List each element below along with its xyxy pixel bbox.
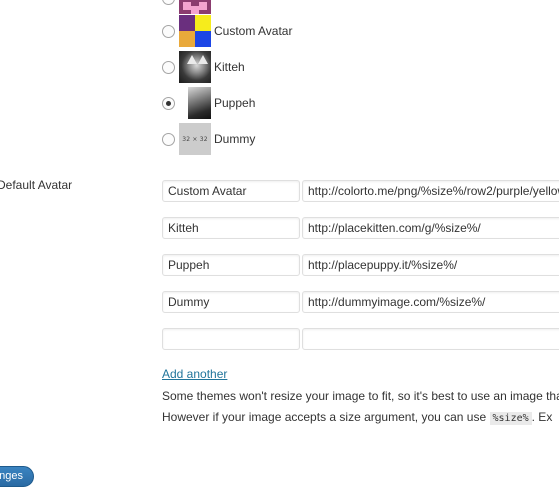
avatar-url-field[interactable]: http://placepuppy.it/%size%/ [302, 254, 559, 276]
puppy-photo-icon [179, 87, 211, 119]
custom-avatar-thumb-icon [179, 15, 211, 47]
avatar-name-field[interactable]: Kitteh [162, 217, 300, 239]
avatar-url-field[interactable]: http://dummyimage.com/%size%/ [302, 291, 559, 313]
help-text-line-2: However if your image accepts a size arg… [162, 410, 553, 425]
dummy-thumb-text: 32 × 32 [182, 135, 208, 143]
avatar-radio-kitteh[interactable] [162, 60, 175, 74]
avatar-option-kitteh[interactable]: Kitteh [162, 51, 245, 83]
help-text-line-2-after: . Ex [531, 410, 553, 424]
avatar-radio-puppeh[interactable] [162, 96, 175, 110]
avatar-name-field[interactable]: Dummy [162, 291, 300, 313]
identicon-avatar-icon [179, 0, 211, 14]
avatar-label-custom-avatar: Custom Avatar [214, 24, 293, 38]
avatar-label-dummy: Dummy [214, 132, 256, 146]
save-changes-button[interactable]: nges [0, 466, 34, 487]
help-text-line-1: Some themes won't resize your image to f… [162, 389, 559, 403]
avatar-name-field[interactable]: Custom Avatar [162, 180, 300, 202]
avatar-radio-partial[interactable] [162, 0, 175, 5]
avatar-url-field-empty[interactable] [302, 328, 559, 350]
avatar-name-field[interactable]: Puppeh [162, 254, 300, 276]
avatar-option-dummy[interactable]: 32 × 32 Dummy [162, 123, 255, 155]
avatar-name-field-empty[interactable] [162, 328, 300, 350]
avatar-radio-dummy[interactable] [162, 132, 175, 146]
size-code-token: %size% [489, 412, 532, 425]
avatar-radio-custom-avatar[interactable] [162, 24, 175, 38]
avatar-url-field[interactable]: http://placekitten.com/g/%size%/ [302, 217, 559, 239]
dummy-placeholder-icon: 32 × 32 [179, 123, 211, 155]
default-avatar-label: Default Avatar [0, 178, 73, 192]
kitten-photo-icon [179, 51, 211, 83]
help-text-line-2-before: However if your image accepts a size arg… [162, 410, 487, 424]
add-another-link[interactable]: Add another [162, 367, 227, 381]
avatar-option-partial[interactable] [162, 0, 214, 14]
avatar-url-field[interactable]: http://colorto.me/png/%size%/row2/purple… [302, 180, 559, 202]
avatar-label-puppeh: Puppeh [214, 96, 256, 110]
avatar-option-custom-avatar[interactable]: Custom Avatar [162, 15, 292, 47]
avatar-label-kitteh: Kitteh [214, 60, 245, 74]
avatar-option-puppeh[interactable]: Puppeh [162, 87, 255, 119]
